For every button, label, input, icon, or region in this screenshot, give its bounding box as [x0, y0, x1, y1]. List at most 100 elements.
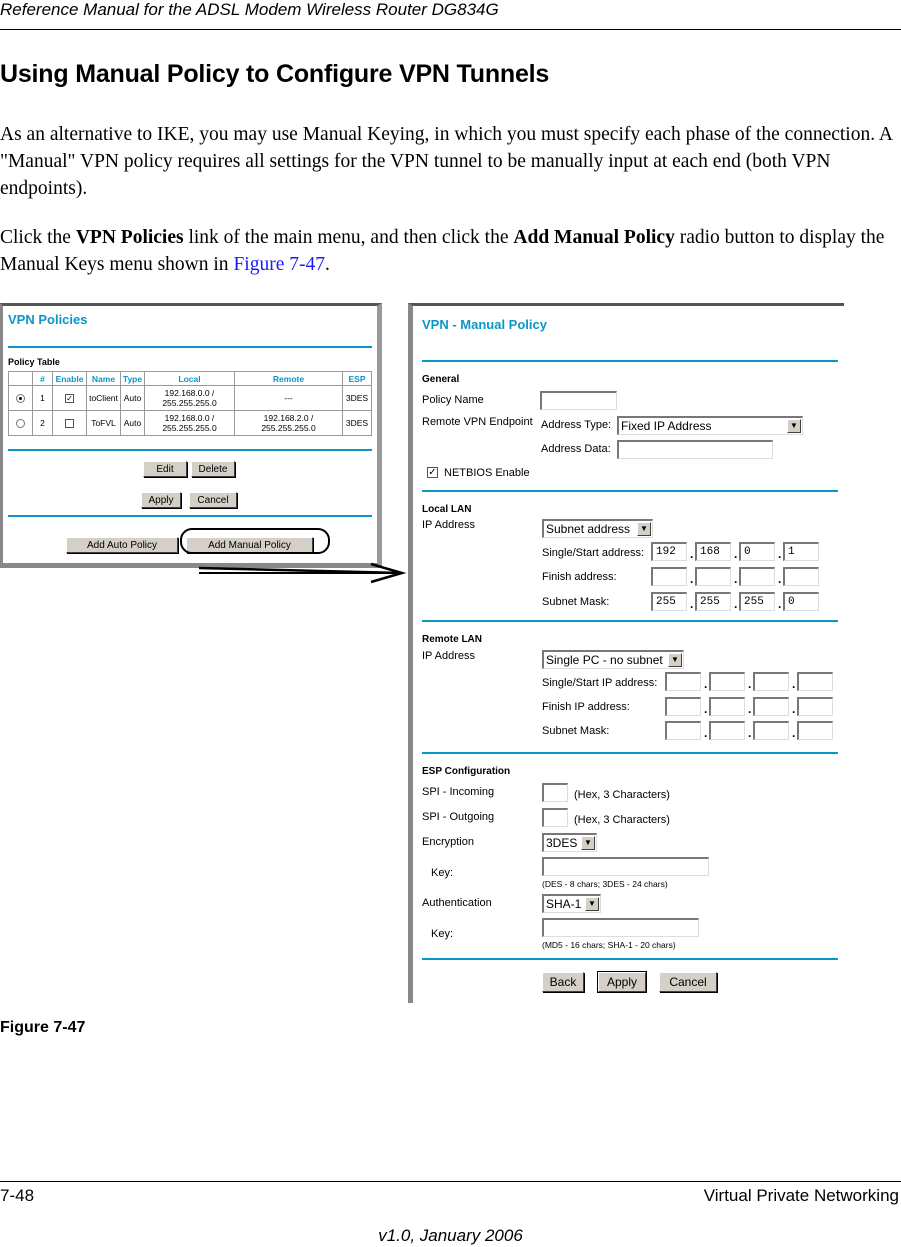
- encryption-key-input[interactable]: [542, 857, 709, 876]
- remote-mask-octet-4[interactable]: [797, 721, 833, 740]
- remote-start-octet-4[interactable]: [797, 672, 833, 691]
- add-manual-policy-term: Add Manual Policy: [513, 227, 675, 248]
- local-finish-octet-2[interactable]: [695, 567, 731, 586]
- col-enable: Enable: [52, 371, 87, 386]
- encryption-key-label: Key:: [431, 867, 454, 879]
- cancel-button[interactable]: Cancel: [659, 972, 717, 992]
- radio-selected[interactable]: [16, 394, 25, 404]
- row-num: 2: [32, 410, 53, 436]
- encryption-select[interactable]: 3DES ▼: [542, 833, 597, 852]
- divider: [422, 490, 838, 492]
- col-esp: ESP: [342, 371, 372, 386]
- authentication-key-hint: (MD5 - 16 chars; SHA-1 - 20 chars): [542, 940, 676, 950]
- text: link of the main menu, and then click th…: [183, 227, 514, 248]
- spi-outgoing-input[interactable]: [542, 808, 568, 827]
- row-enable[interactable]: [52, 410, 87, 436]
- col-type: Type: [120, 371, 145, 386]
- edit-button[interactable]: Edit: [143, 461, 187, 477]
- address-type-select[interactable]: Fixed IP Address ▼: [617, 416, 803, 435]
- divider: [422, 958, 838, 960]
- dropdown-arrow-icon[interactable]: ▼: [668, 653, 682, 667]
- remote-start-octet-3[interactable]: [753, 672, 789, 691]
- remote-finish-octet-3[interactable]: [753, 697, 789, 716]
- row-type: Auto: [120, 385, 145, 411]
- local-mask: 255.255.255.0: [162, 423, 217, 433]
- address-data-input[interactable]: [617, 440, 773, 459]
- local-start-octet-1[interactable]: 192: [651, 542, 687, 561]
- selected-value: Single PC - no subnet: [546, 653, 663, 667]
- row-select[interactable]: [8, 385, 33, 411]
- local-mask-octet-1[interactable]: 255: [651, 592, 687, 611]
- dropdown-arrow-icon[interactable]: ▼: [787, 419, 801, 433]
- remote-mask-octet-1[interactable]: [665, 721, 701, 740]
- apply-button[interactable]: Apply: [141, 492, 181, 508]
- local-ip-type-select[interactable]: Subnet address ▼: [542, 519, 653, 538]
- authentication-select[interactable]: SHA-1 ▼: [542, 894, 601, 913]
- row-remote: ---: [234, 385, 343, 411]
- local-start-octet-3[interactable]: 0: [739, 542, 775, 561]
- figure-link[interactable]: Figure 7-47: [233, 254, 325, 275]
- row-type: Auto: [120, 410, 145, 436]
- encryption-label: Encryption: [422, 836, 474, 848]
- back-button[interactable]: Back: [542, 972, 584, 992]
- dot: .: [734, 572, 738, 586]
- remote-finish-octet-1[interactable]: [665, 697, 701, 716]
- remote-mask-octet-2[interactable]: [709, 721, 745, 740]
- cancel-button[interactable]: Cancel: [189, 492, 237, 508]
- row-select[interactable]: [8, 410, 33, 436]
- dot: .: [792, 726, 796, 740]
- remote-finish-octet-2[interactable]: [709, 697, 745, 716]
- local-start-octet-2[interactable]: 168: [695, 542, 731, 561]
- checkbox-checked[interactable]: ✓: [65, 394, 74, 404]
- local-ip-label: IP Address: [422, 519, 475, 531]
- col-name: Name: [86, 371, 121, 386]
- dot: .: [748, 677, 752, 691]
- remote-ip-type-select[interactable]: Single PC - no subnet ▼: [542, 650, 684, 669]
- local-finish-octet-3[interactable]: [739, 567, 775, 586]
- remote-finish-octet-4[interactable]: [797, 697, 833, 716]
- remote-lan-section-label: Remote LAN: [422, 634, 483, 645]
- remote-net: 192.168.2.0 /: [263, 413, 314, 423]
- radio-unselected[interactable]: [16, 419, 25, 429]
- text: Click the: [0, 227, 76, 248]
- local-start-label: Single/Start address:: [542, 547, 645, 559]
- remote-start-octet-1[interactable]: [665, 672, 701, 691]
- local-mask-octet-4[interactable]: 0: [783, 592, 819, 611]
- dot: .: [704, 726, 708, 740]
- local-mask-octet-2[interactable]: 255: [695, 592, 731, 611]
- dropdown-arrow-icon[interactable]: ▼: [585, 897, 599, 911]
- spi-incoming-input[interactable]: [542, 783, 568, 802]
- policy-name-input[interactable]: [540, 391, 617, 410]
- add-auto-policy-button[interactable]: Add Auto Policy: [66, 537, 178, 553]
- address-type-label: Address Type:: [541, 419, 612, 431]
- row-local: 192.168.0.0 /255.255.255.0: [144, 385, 235, 411]
- selected-value: 3DES: [546, 836, 578, 850]
- row-esp: 3DES: [342, 385, 372, 411]
- row-name: ToFVL: [86, 410, 121, 436]
- dot: .: [690, 572, 694, 586]
- delete-button[interactable]: Delete: [191, 461, 235, 477]
- divider: [422, 620, 838, 622]
- local-finish-octet-1[interactable]: [651, 567, 687, 586]
- checkbox-unchecked[interactable]: [65, 419, 74, 429]
- table-header-row: # Enable Name Type Local Remote ESP: [8, 371, 372, 386]
- dropdown-arrow-icon[interactable]: ▼: [637, 522, 651, 536]
- dot: .: [792, 702, 796, 716]
- dot: .: [690, 597, 694, 611]
- netbios-checkbox[interactable]: ✓: [427, 467, 438, 478]
- authentication-key-input[interactable]: [542, 918, 699, 937]
- local-finish-octet-4[interactable]: [783, 567, 819, 586]
- local-mask-octet-3[interactable]: 255: [739, 592, 775, 611]
- row-enable[interactable]: ✓: [52, 385, 87, 411]
- remote-mask-octet-3[interactable]: [753, 721, 789, 740]
- dropdown-arrow-icon[interactable]: ▼: [581, 836, 595, 850]
- footer-rule: [0, 1181, 901, 1182]
- remote-start-octet-2[interactable]: [709, 672, 745, 691]
- local-mask: 255.255.255.0: [162, 398, 217, 408]
- apply-button[interactable]: Apply: [597, 971, 647, 993]
- local-start-octet-4[interactable]: 1: [783, 542, 819, 561]
- text: .: [324, 254, 330, 275]
- remote-mask-label: Subnet Mask:: [542, 725, 610, 737]
- selected-value: Subnet address: [546, 522, 631, 536]
- dot: .: [778, 572, 782, 586]
